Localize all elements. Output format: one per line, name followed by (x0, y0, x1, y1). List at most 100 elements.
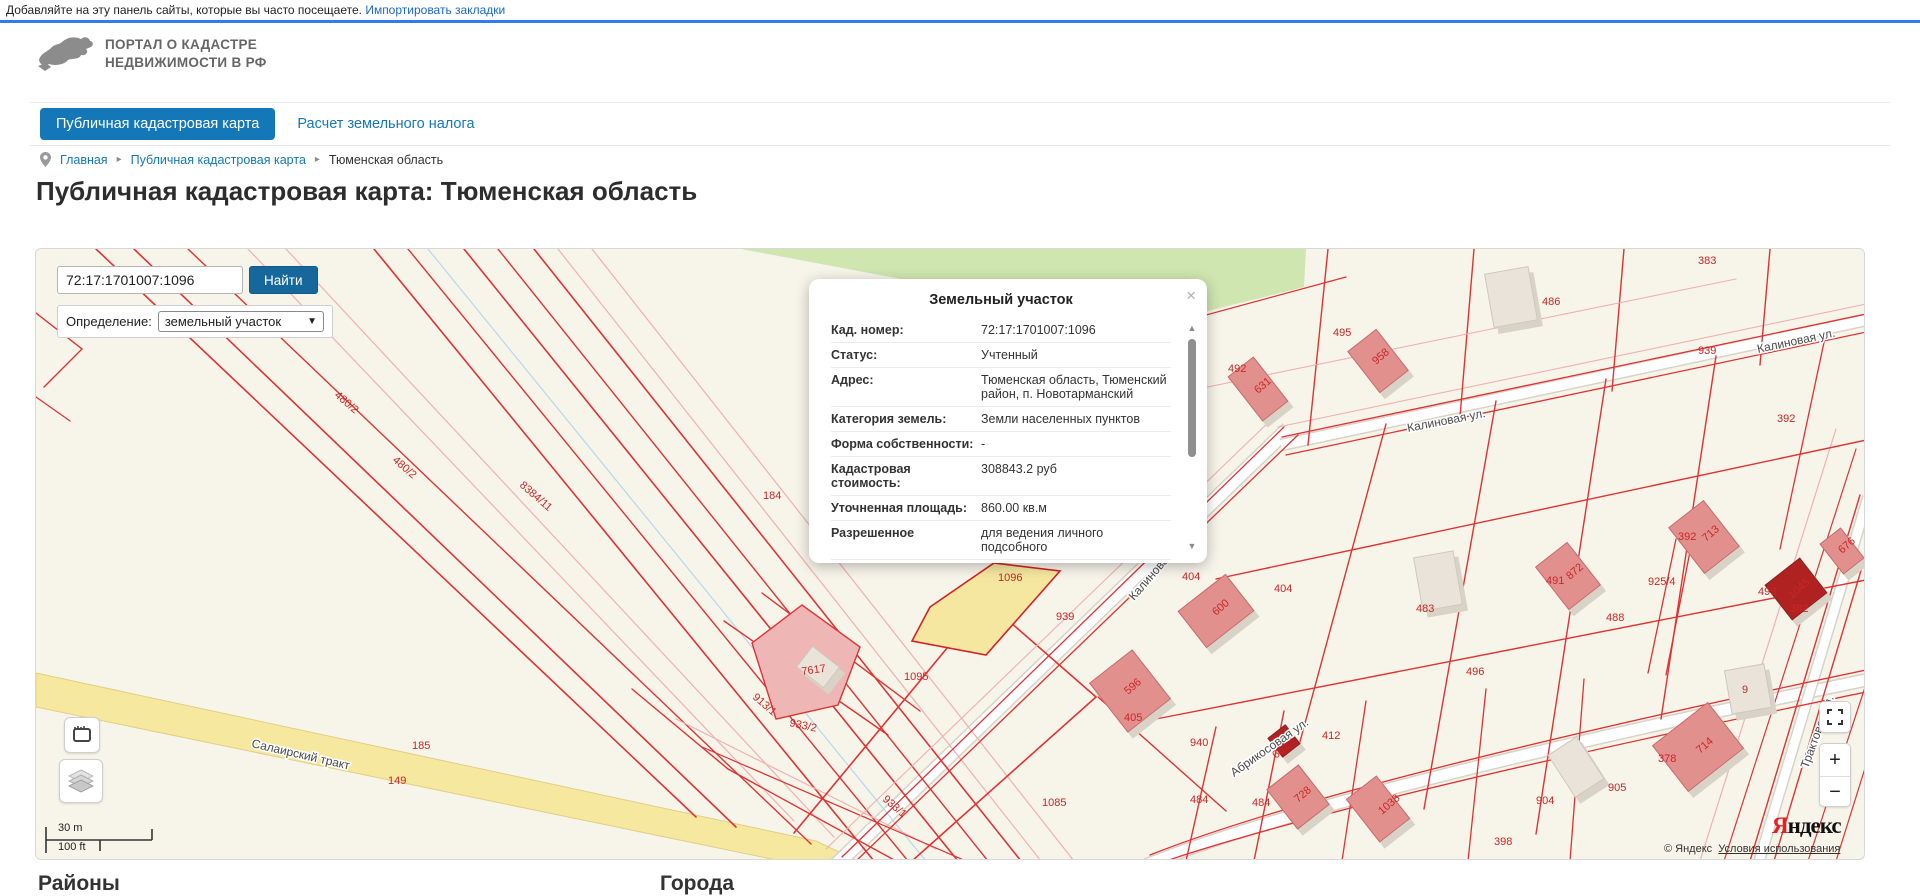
scale-bar: 30 m 100 ft (44, 821, 156, 859)
parcel-label: 939 (1056, 611, 1074, 623)
map-search-row: Найти (57, 266, 318, 294)
popup-row-label: Разрешенное (831, 526, 981, 554)
zoom-in-button[interactable]: + (1820, 744, 1850, 776)
parcel-label: 933/2 (788, 717, 817, 734)
object-type-label: Определение: (66, 314, 152, 329)
popup-row-value: для ведения личного подсобного (981, 526, 1171, 554)
object-type-row: Определение: земельный участок ▼ (57, 305, 333, 338)
popup-row: Уточненная площадь: 860.00 кв.м (831, 496, 1171, 521)
tab-public-cadastral-map[interactable]: Публичная кадастровая карта (40, 108, 275, 140)
parcel-label: 486 (1542, 296, 1560, 308)
parcel-label: 1096 (998, 572, 1022, 584)
popup-row-label: Уточненная площадь: (831, 501, 981, 515)
parcel-label: 412 (1322, 730, 1340, 742)
parcel-label: 405 (1124, 712, 1142, 724)
parcel-label: 404 (1182, 571, 1200, 583)
scale-metric: 30 m (58, 822, 82, 834)
russia-map-icon (37, 33, 95, 75)
parcel-label: 495 (1333, 327, 1351, 339)
breadcrumb-map[interactable]: Публичная кадастровая карта (131, 153, 306, 167)
scroll-down-icon[interactable]: ▼ (1186, 541, 1198, 551)
layers-icon (68, 769, 94, 793)
zoom-out-button[interactable]: − (1820, 776, 1850, 808)
parcel-label: 940 (1190, 737, 1208, 749)
breadcrumb-home[interactable]: Главная (60, 153, 108, 167)
section-cities: Города (660, 872, 734, 896)
parcel-label: 939 (1698, 345, 1716, 357)
object-type-select[interactable]: земельный участок ▼ (158, 311, 324, 332)
cadastral-search-input[interactable] (57, 266, 243, 294)
parcel-label: 493 (1758, 586, 1776, 598)
divider (1820, 776, 1850, 777)
popup-row: Адрес: Тюменская область, Тюменский райо… (831, 368, 1171, 407)
parcel-label: 483 (1416, 603, 1434, 615)
zoom-controls: + − (1819, 743, 1851, 807)
site-logo[interactable]: ПОРТАЛ О КАДАСТРЕ НЕДВИЖИМОСТИ В РФ (37, 33, 267, 75)
selected-parcel-1096[interactable] (912, 563, 1060, 655)
popup-row: Разрешенное для ведения личного подсобно… (831, 521, 1171, 560)
popup-row-value: 308843.2 руб (981, 462, 1171, 490)
divider (30, 145, 1890, 146)
measure-button[interactable] (64, 717, 100, 753)
parcel-label: 184 (763, 490, 781, 502)
parcel-label: 904 (1536, 795, 1554, 807)
parcel-label: 1095 (904, 671, 928, 683)
bookmarks-bar: Добавляйте на эту панель сайты, которые … (0, 0, 1920, 20)
parcel-label: 404 (1274, 583, 1292, 595)
parcel-label: 496 (1466, 666, 1484, 678)
page-title: Публичная кадастровая карта: Тюменская о… (36, 176, 697, 207)
parcel-label: 398 (1494, 836, 1512, 848)
chevron-down-icon: ▼ (307, 316, 317, 327)
popup-row-value: Земли населенных пунктов (981, 412, 1171, 426)
parcel-label: 480/2 (332, 389, 361, 416)
search-button[interactable]: Найти (249, 266, 318, 294)
parcel-label: 491 (1546, 575, 1564, 587)
parcel-label: 905 (1608, 782, 1626, 794)
popup-row: Статус: Учтенный (831, 343, 1171, 368)
parcel-label: 488 (1606, 612, 1624, 624)
road-salairsky (36, 673, 858, 860)
popup-row-value: 72:17:1701007:1096 (981, 323, 1171, 337)
breadcrumb-separator-icon: ▸ (117, 154, 122, 165)
breadcrumb-current: Тюменская область (329, 153, 443, 167)
terms-link[interactable]: Условия использования (1718, 843, 1840, 855)
popup-row: Категория земель: Земли населенных пункт… (831, 407, 1171, 432)
parcel-label: 185 (412, 740, 430, 752)
parcel-label: 1085 (1042, 797, 1066, 809)
tab-land-tax-calc[interactable]: Расчет земельного налога (297, 116, 474, 132)
popup-title: Земельный участок (831, 292, 1171, 308)
fullscreen-button[interactable] (1819, 701, 1851, 733)
breadcrumb: Главная ▸ Публичная кадастровая карта ▸ … (40, 152, 443, 167)
popup-row-label: Адрес: (831, 373, 981, 401)
layers-button[interactable] (59, 759, 103, 803)
popup-row-label: Статус: (831, 348, 981, 362)
parcel-label: 492 (1228, 363, 1246, 375)
scrollbar-thumb[interactable] (1188, 339, 1196, 457)
popup-scrollbar[interactable]: ▲ ▼ (1186, 323, 1198, 551)
section-districts: Районы (38, 872, 120, 896)
parcel-label: 9 (1742, 684, 1748, 696)
yandex-logo[interactable]: Яндекс (1772, 813, 1841, 839)
map-attribution: © Яндекс Условия использования (1664, 843, 1840, 855)
popup-row-value: Учтенный (981, 348, 1171, 362)
parcel-label: 925/4 (1648, 576, 1676, 588)
main-tabs: Публичная кадастровая карта Расчет земел… (40, 108, 475, 140)
popup-row-label: Кадастровая стоимость: (831, 462, 981, 490)
parcel-label: 480/2 (390, 454, 419, 481)
ruler-icon (72, 725, 92, 745)
divider (30, 102, 1890, 103)
popup-row-value: 860.00 кв.м (981, 501, 1171, 515)
blue-divider (0, 20, 1920, 23)
import-bookmarks-link[interactable]: Импортировать закладки (365, 3, 505, 17)
parcel-label: 383 (1698, 255, 1716, 267)
parcel-label: 484 (1190, 794, 1208, 806)
close-icon[interactable]: × (1186, 287, 1196, 304)
popup-rows: Кад. номер: 72:17:1701007:1096 Статус: У… (831, 318, 1171, 560)
map-panel: Салаирский трактКалиновая ул.Калиновая у… (35, 248, 1865, 860)
scroll-up-icon[interactable]: ▲ (1186, 323, 1198, 333)
parcel-label: 8384/11 (517, 479, 554, 514)
parcel-info-popup: × Земельный участок Кад. номер: 72:17:17… (809, 279, 1207, 563)
popup-row: Форма собственности: - (831, 432, 1171, 457)
popup-row-label: Кад. номер: (831, 323, 981, 337)
parcel-label: 392 (1777, 413, 1795, 425)
